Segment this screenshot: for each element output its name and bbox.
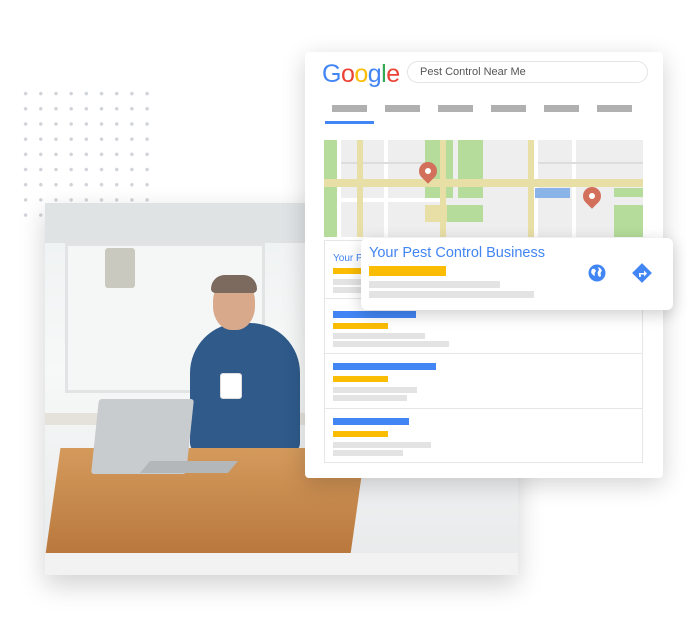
active-tab-indicator [325, 121, 374, 124]
google-logo: Google [322, 60, 400, 88]
tab-6[interactable] [597, 105, 632, 112]
map[interactable] [324, 140, 643, 237]
directions-icon[interactable] [631, 262, 653, 284]
search-input[interactable]: Pest Control Near Me [407, 61, 648, 83]
tab-4[interactable] [491, 105, 526, 112]
result-item[interactable] [325, 408, 642, 463]
globe-icon[interactable] [588, 264, 606, 282]
tab-3[interactable] [438, 105, 473, 112]
lamp [105, 248, 135, 288]
tab-1[interactable] [332, 105, 367, 112]
coffee-mug [220, 373, 242, 399]
map-pin-icon[interactable] [579, 183, 605, 209]
result-title: Your P [333, 253, 363, 264]
search-query: Pest Control Near Me [420, 66, 526, 78]
man-sweater [190, 323, 300, 453]
man-hair [211, 275, 257, 293]
business-listing-card[interactable]: Your Pest Control Business [361, 238, 673, 310]
tab-5[interactable] [544, 105, 579, 112]
result-item[interactable] [325, 353, 642, 408]
floor [45, 553, 518, 575]
tab-2[interactable] [385, 105, 420, 112]
laptop-base [139, 461, 239, 473]
business-title: Your Pest Control Business [369, 245, 545, 261]
